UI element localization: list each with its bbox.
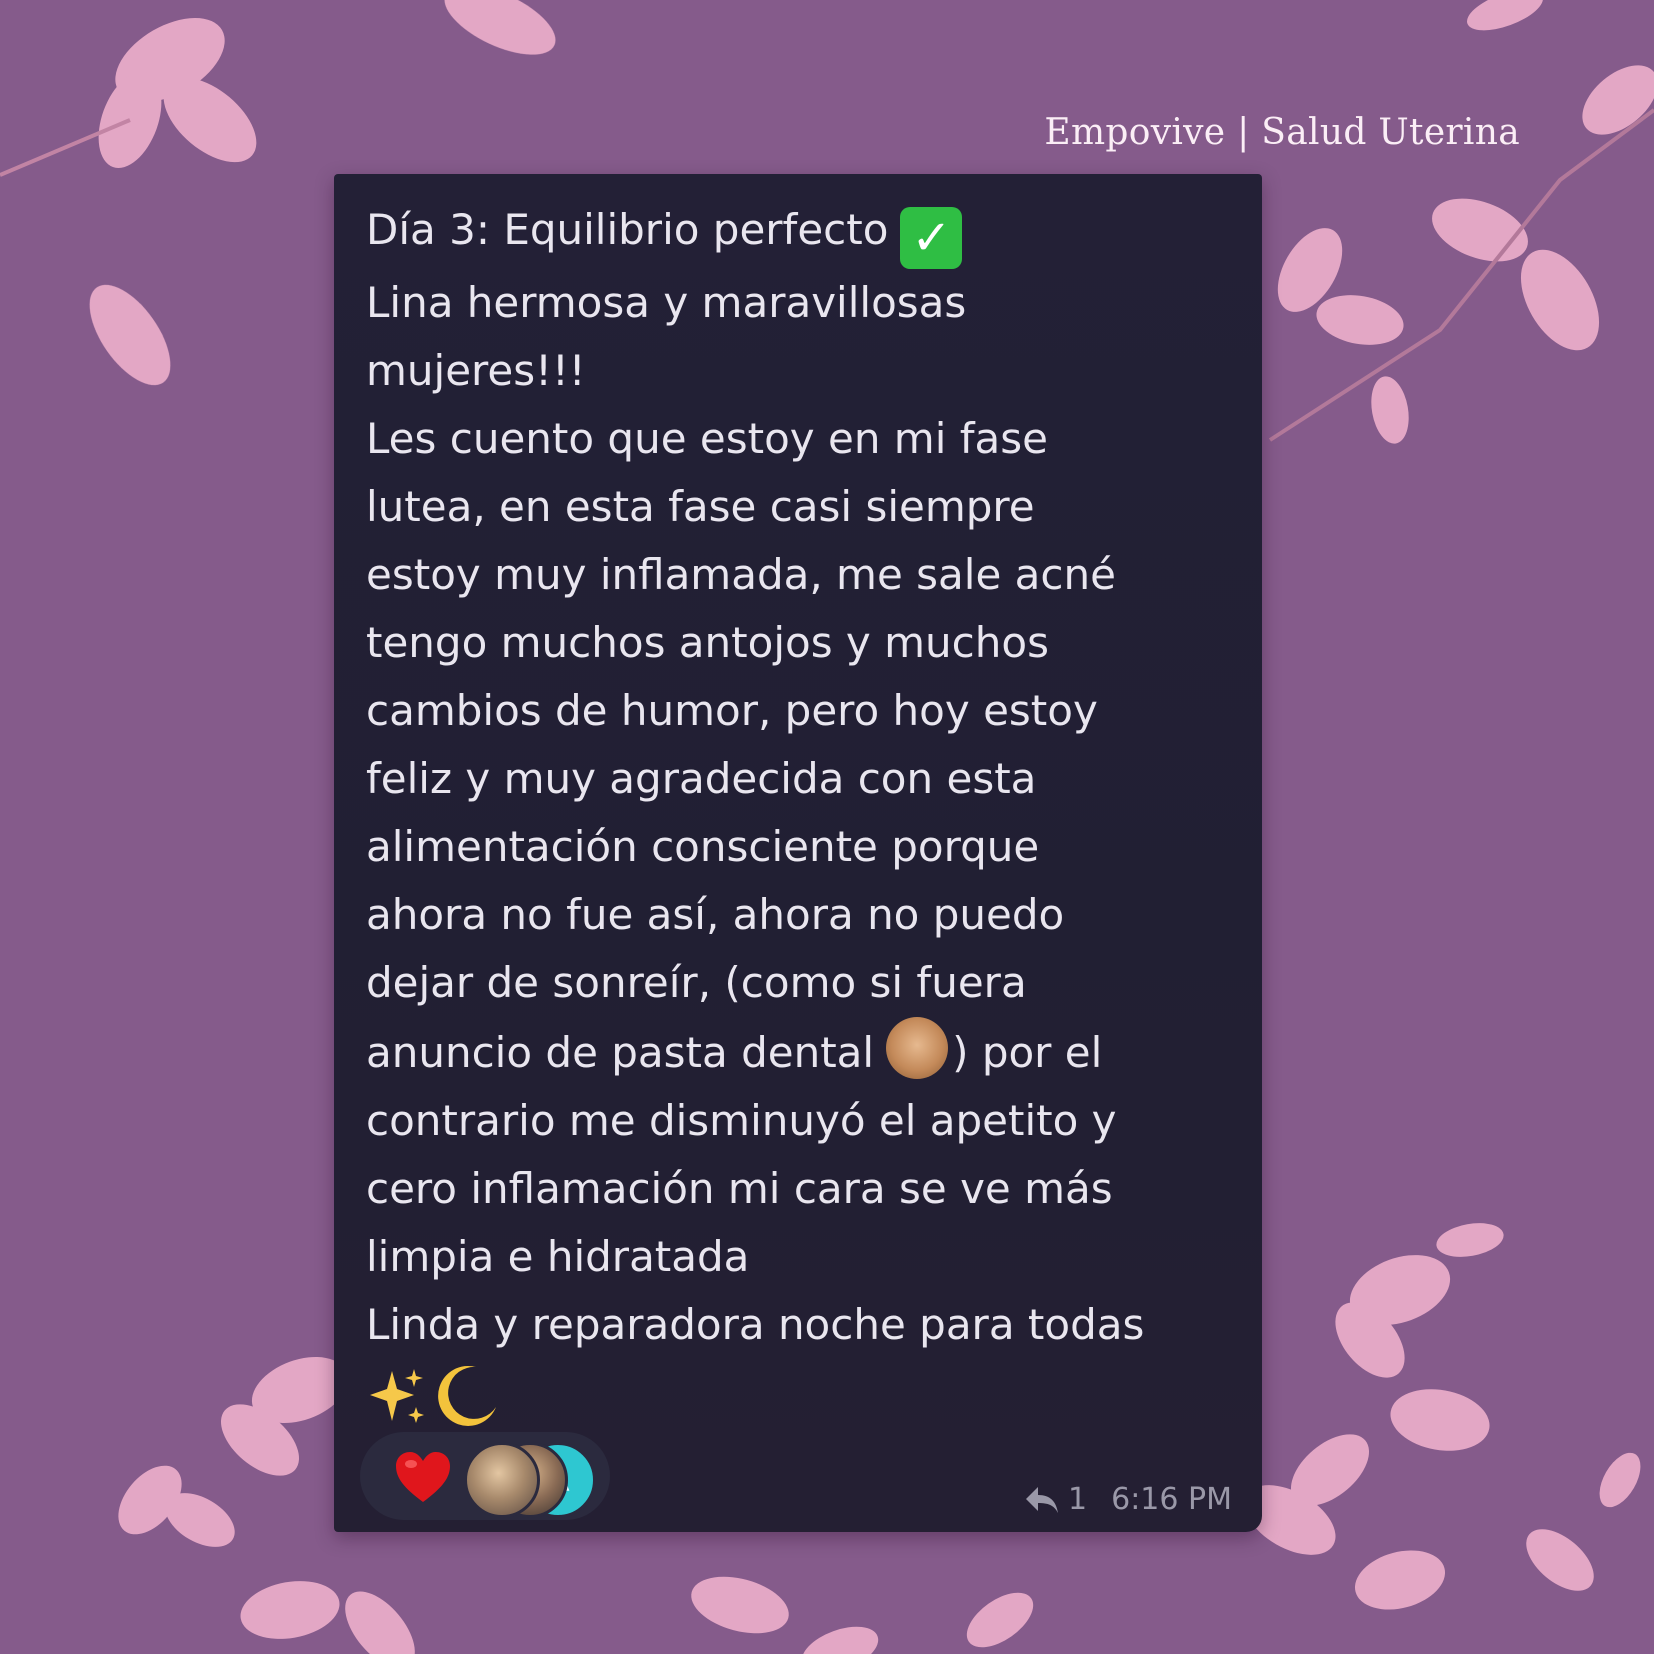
- message-line: lutea, en esta fase casi siempre: [366, 482, 1035, 531]
- message-line: ahora no fue así, ahora no puedo: [366, 890, 1065, 939]
- message-line: cero inflamación mi cara se ve más: [366, 1164, 1113, 1213]
- message-text: Día 3: Equilibrio perfecto ✓ Lina hermosa…: [366, 196, 1246, 1427]
- message-line: Lina hermosa y maravillosas: [366, 278, 967, 327]
- message-line: Linda y reparadora noche para todas: [366, 1300, 1145, 1349]
- message-line: mujeres!!!: [366, 346, 586, 395]
- message-timestamp: 6:16 PM: [1111, 1482, 1232, 1517]
- message-line: cambios de humor, pero hoy estoy: [366, 686, 1098, 735]
- reactions-pill[interactable]: A: [360, 1432, 610, 1520]
- check-mark-emoji-icon: ✓: [900, 207, 963, 269]
- message-emoji-line: [366, 1359, 1246, 1427]
- heart-icon: [396, 1452, 450, 1502]
- crescent-moon-emoji-icon: [438, 1365, 496, 1426]
- brand-title: Empovive | Salud Uterina: [1044, 112, 1520, 153]
- message-line: anuncio de pasta dental) por el: [366, 1017, 1246, 1087]
- reply-count[interactable]: 1: [1068, 1482, 1087, 1517]
- message-line: contrario me disminuyó el apetito y: [366, 1096, 1117, 1145]
- message-line: estoy muy inflamada, me sale acné: [366, 550, 1116, 599]
- message-line: Les cuento que estoy en mi fase: [366, 414, 1048, 463]
- avatar: [464, 1442, 540, 1518]
- message-line: dejar de sonreír, (como si fuera: [366, 958, 1027, 1007]
- sparkles-emoji-icon: [370, 1369, 424, 1423]
- reply-arrow-icon[interactable]: [1024, 1485, 1060, 1515]
- message-line: limpia e hidratada: [366, 1232, 750, 1281]
- chat-message-bubble[interactable]: Día 3: Equilibrio perfecto ✓ Lina hermosa…: [334, 174, 1262, 1532]
- message-line: feliz y muy agradecida con esta: [366, 754, 1037, 803]
- message-line: alimentación consciente porque: [366, 822, 1040, 871]
- message-line: tengo muchos antojos y muchos: [366, 618, 1049, 667]
- message-meta: 1 6:16 PM: [1024, 1482, 1232, 1517]
- see-no-evil-monkey-emoji-icon: [886, 1017, 949, 1079]
- message-line: Día 3: Equilibrio perfecto ✓: [366, 196, 1246, 269]
